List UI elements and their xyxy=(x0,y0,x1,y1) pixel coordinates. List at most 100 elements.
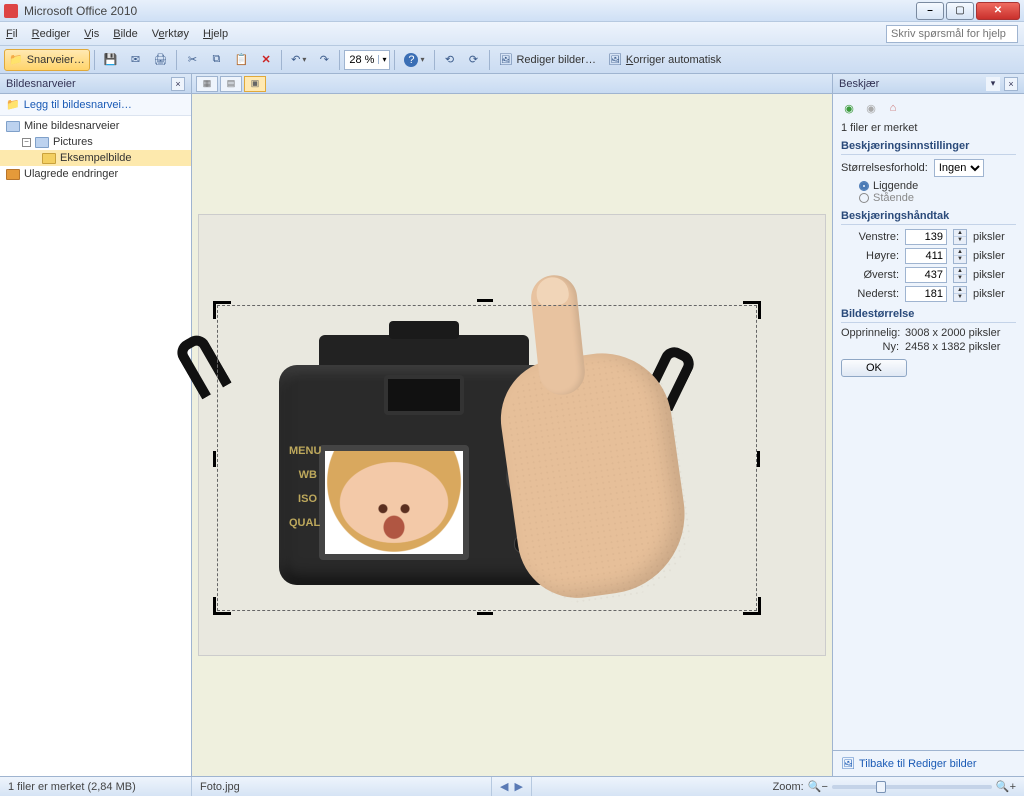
home-icon[interactable]: ⌂ xyxy=(885,100,901,116)
back-icon[interactable]: ◉ xyxy=(841,100,857,116)
left-pane-close-icon[interactable]: × xyxy=(171,77,185,91)
status-selection: 1 filer er merket (2,84 MB) xyxy=(0,777,192,796)
cut-button[interactable]: ✂ xyxy=(181,49,203,71)
auto-correct-button[interactable]: 🖼Korriger automatisk xyxy=(603,49,726,71)
image-wrapper: MENUWBISOQUAL OK xyxy=(199,215,825,655)
right-pane-close-icon[interactable]: × xyxy=(1004,77,1018,91)
right-pane-header: Beskjær ▾ × xyxy=(833,74,1024,94)
window-maximize-button[interactable] xyxy=(946,2,974,20)
tree-root[interactable]: Mine bildesnarveier xyxy=(0,118,191,134)
crop-handle-bl[interactable] xyxy=(213,597,231,615)
crop-handle-right[interactable] xyxy=(757,451,760,467)
canvas-area: ▦ ▤ ▣ MENUWBISOQUAL xyxy=(192,74,832,776)
menu-bilde[interactable]: Bilde xyxy=(113,28,137,40)
crop-left-spinner[interactable]: ▲▼ xyxy=(953,229,967,245)
status-bar: 1 filer er merket (2,84 MB) Foto.jpg ◀ ▶… xyxy=(0,776,1024,796)
crop-handle-left[interactable] xyxy=(213,451,216,467)
crop-handles-title: Beskjæringshåndtak xyxy=(841,210,1016,225)
left-sidebar: Bildesnarveier × 📁Legg til bildesnarvei…… xyxy=(0,74,192,776)
original-size-value: 3008 x 2000 piksler xyxy=(905,327,1000,339)
zoom-out-button[interactable]: 🔍− xyxy=(808,780,828,793)
crop-right-input[interactable] xyxy=(905,248,947,264)
tree-unsaved[interactable]: Ulagrede endringer xyxy=(0,166,191,182)
crop-right-spinner[interactable]: ▲▼ xyxy=(953,248,967,264)
help-search-container xyxy=(886,25,1018,43)
camera-lcd xyxy=(319,445,469,560)
portrait-in-lcd xyxy=(325,451,463,554)
save-button[interactable]: 💾 xyxy=(99,49,123,71)
crop-handle-tl[interactable] xyxy=(213,301,231,319)
rotate-left-button[interactable]: ⟲ xyxy=(439,49,461,71)
right-pane-dropdown-icon[interactable]: ▾ xyxy=(986,77,1000,91)
menu-tools[interactable]: Verktøy xyxy=(152,28,189,40)
single-view-button[interactable]: ▣ xyxy=(244,76,266,92)
right-pane-title: Beskjær xyxy=(839,78,879,90)
menu-file[interactable]: FFilil xyxy=(6,28,18,40)
crop-top-input[interactable] xyxy=(905,267,947,283)
delete-button[interactable]: ✕ xyxy=(255,49,277,71)
thumbnail-view-button[interactable]: ▦ xyxy=(196,76,218,92)
redo-button[interactable]: ↷ xyxy=(313,49,335,71)
app-title: Microsoft Office 2010 xyxy=(24,4,137,18)
orientation-portrait-radio[interactable]: Stående xyxy=(859,192,1016,204)
help-search-input[interactable] xyxy=(886,25,1018,43)
camera-left-buttons: MENUWBISOQUAL xyxy=(289,445,317,565)
filmstrip-view-button[interactable]: ▤ xyxy=(220,76,242,92)
window-close-button[interactable] xyxy=(976,2,1020,20)
aspect-ratio-select[interactable]: Ingen xyxy=(934,159,984,177)
help-button[interactable]: ?▾ xyxy=(399,49,429,71)
paste-button[interactable]: 📋 xyxy=(229,49,253,71)
mail-button[interactable]: ✉ xyxy=(124,49,146,71)
crop-handle-tr[interactable] xyxy=(743,301,761,319)
crop-handle-bottom[interactable] xyxy=(477,612,493,615)
hand-illustration xyxy=(509,295,709,615)
tree: Mine bildesnarveier −Pictures Eksempelbi… xyxy=(0,115,191,776)
rotate-right-button[interactable]: ⟳ xyxy=(463,49,485,71)
image-size-title: Bildestørrelse xyxy=(841,308,1016,323)
crop-left-input[interactable] xyxy=(905,229,947,245)
zoom-slider[interactable] xyxy=(832,785,992,789)
edit-images-button[interactable]: 🖼Rediger bilder… xyxy=(494,49,601,71)
crop-settings-title: Beskjæringsinnstillinger xyxy=(841,140,1016,155)
next-image-button[interactable]: ▶ xyxy=(514,780,522,793)
status-filename: Foto.jpg xyxy=(192,777,492,796)
crop-handle-top[interactable] xyxy=(477,299,493,302)
tree-pictures[interactable]: −Pictures xyxy=(0,134,191,150)
left-pane-title: Bildesnarveier xyxy=(6,78,76,90)
menu-help[interactable]: Hjelp xyxy=(203,28,228,40)
selection-summary: 1 filer er merket xyxy=(841,122,1016,134)
title-bar: Microsoft Office 2010 xyxy=(0,0,1024,22)
status-nav: ◀ ▶ xyxy=(492,777,532,796)
new-size-value: 2458 x 1382 piksler xyxy=(905,341,1000,353)
left-pane-header: Bildesnarveier × xyxy=(0,74,191,94)
print-button[interactable]: 🖨 xyxy=(148,49,172,71)
right-pane: Beskjær ▾ × ◉ ◉ ⌂ 1 filer er merket Besk… xyxy=(832,74,1024,776)
zoom-slider-thumb[interactable] xyxy=(876,781,886,793)
image-area[interactable]: MENUWBISOQUAL OK xyxy=(192,94,832,776)
menu-view[interactable]: Vis xyxy=(84,28,99,40)
menu-edit[interactable]: Rediger xyxy=(32,28,71,40)
prev-image-button[interactable]: ◀ xyxy=(500,780,508,793)
toolbar: 📁Snarveier… 💾 ✉ 🖨 ✂ ⧉ 📋 ✕ ↶▾ ↷ 28 %▾ ?▾ … xyxy=(0,46,1024,74)
orientation-landscape-radio[interactable]: Liggende xyxy=(859,180,1016,192)
window-minimize-button[interactable] xyxy=(916,2,944,20)
zoom-label: Zoom: xyxy=(773,781,804,793)
copy-button[interactable]: ⧉ xyxy=(205,49,227,71)
undo-button[interactable]: ↶▾ xyxy=(286,49,311,71)
crop-bottom-input[interactable] xyxy=(905,286,947,302)
back-to-edit-link[interactable]: 🖼Tilbake til Rediger bilder xyxy=(833,750,1024,776)
shortcuts-button[interactable]: 📁Snarveier… xyxy=(4,49,90,71)
zoom-field[interactable]: 28 %▾ xyxy=(344,50,390,70)
crop-top-spinner[interactable]: ▲▼ xyxy=(953,267,967,283)
add-shortcut-link[interactable]: 📁Legg til bildesnarvei… xyxy=(0,94,191,115)
forward-icon[interactable]: ◉ xyxy=(863,100,879,116)
view-tabs: ▦ ▤ ▣ xyxy=(192,74,832,94)
tree-example[interactable]: Eksempelbilde xyxy=(0,150,191,166)
ok-button[interactable]: OK xyxy=(841,359,907,377)
aspect-ratio-label: Størrelsesforhold: xyxy=(841,162,928,174)
menu-bar: FFilil Rediger Vis Bilde Verktøy Hjelp xyxy=(0,22,1024,46)
crop-bottom-spinner[interactable]: ▲▼ xyxy=(953,286,967,302)
crop-handle-br[interactable] xyxy=(743,597,761,615)
zoom-in-button[interactable]: 🔍+ xyxy=(996,780,1016,793)
app-icon xyxy=(4,4,18,18)
